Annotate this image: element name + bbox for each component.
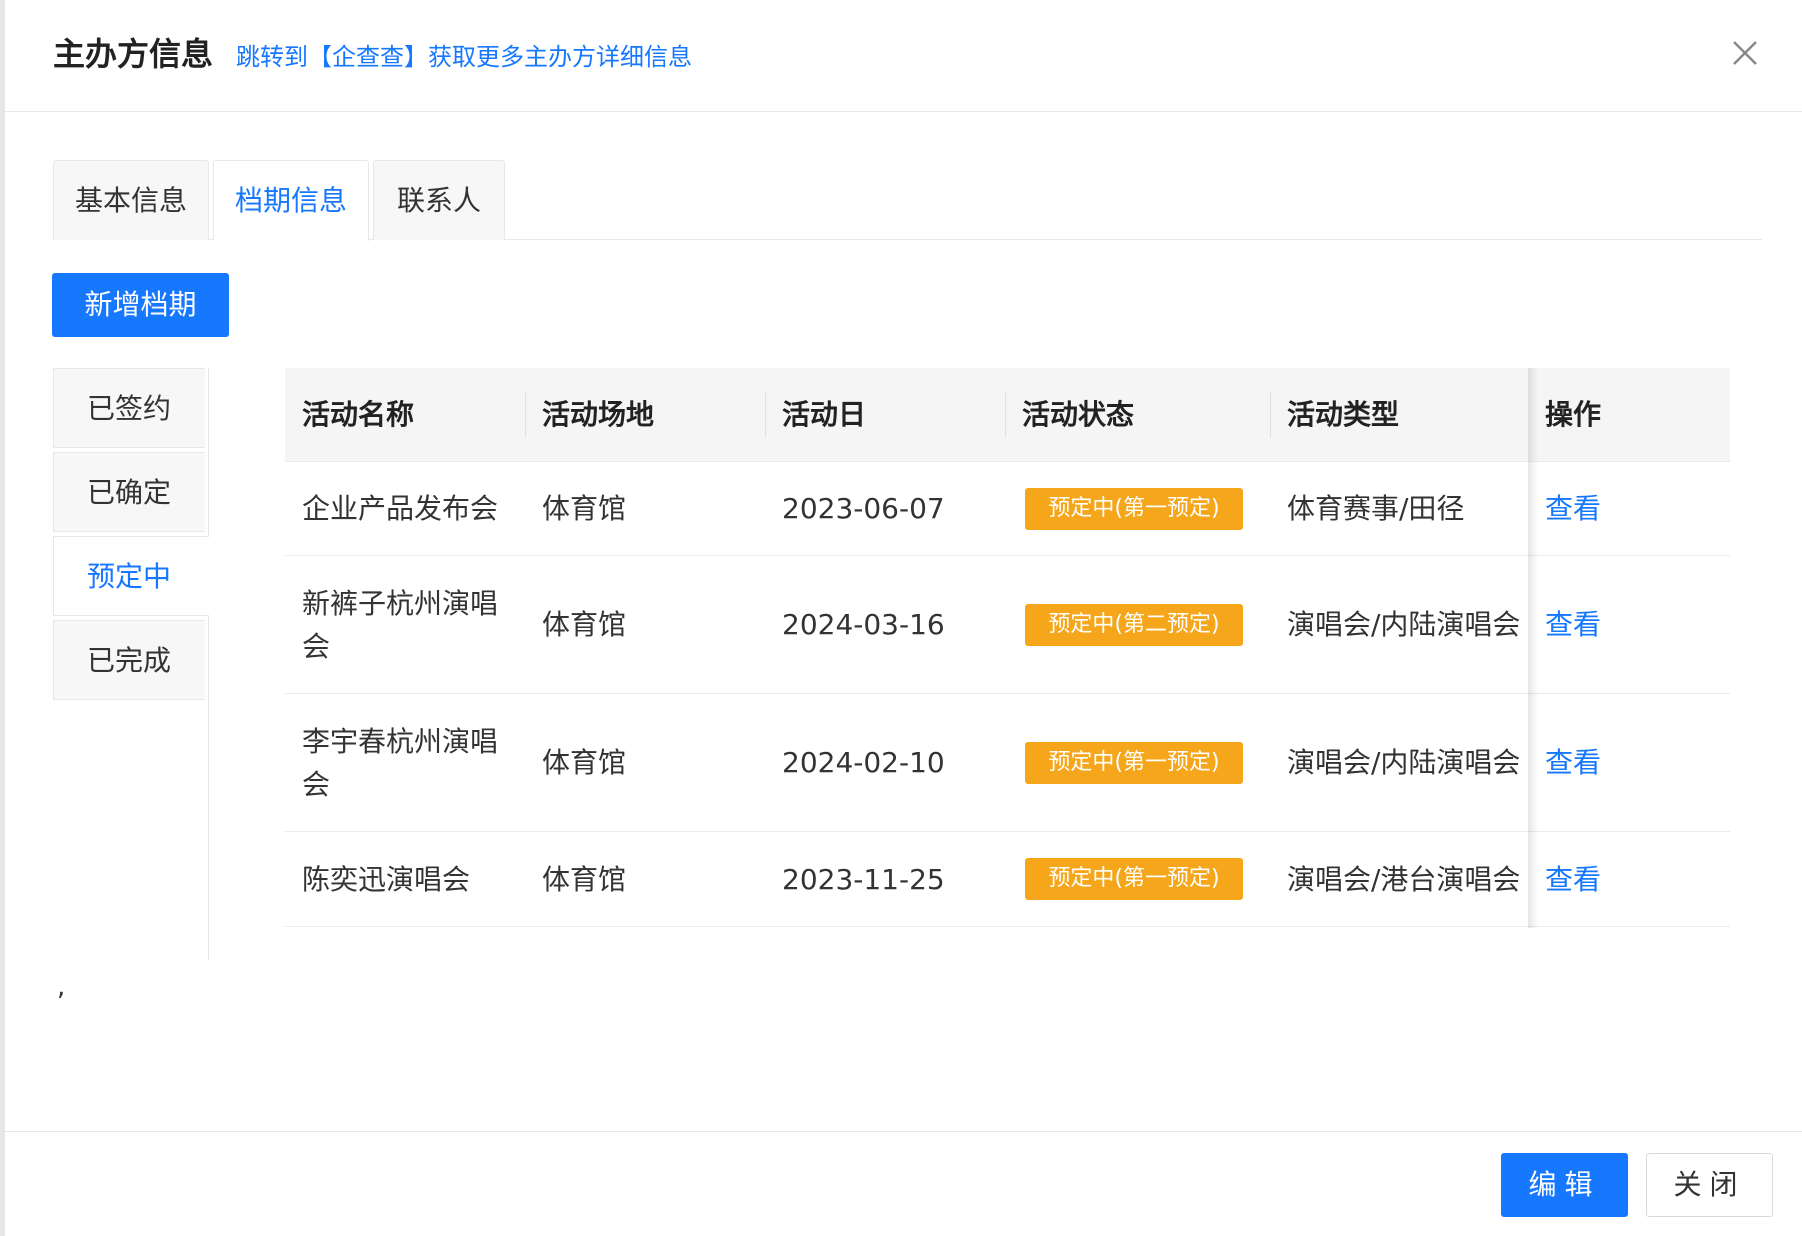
cell-date: 2024-03-16 (782, 608, 945, 641)
column-header-status: 活动状态 (1022, 398, 1135, 431)
view-link[interactable]: 查看 (1545, 741, 1601, 784)
column-header-type: 活动类型 (1287, 398, 1400, 431)
tab-schedule-info[interactable]: 档期信息 (213, 160, 369, 241)
add-schedule-button[interactable]: 新增档期 (52, 273, 229, 337)
cell-type: 体育赛事/田径 (1287, 492, 1465, 525)
stray-comma: , (57, 972, 66, 1002)
status-badge: 预定中(第二预定) (1025, 603, 1243, 646)
close-button[interactable]: 关闭 (1646, 1153, 1773, 1217)
cell-date: 2023-06-07 (782, 492, 945, 525)
status-tab-signed[interactable]: 已签约 (53, 368, 205, 448)
cell-status: 预定中(第一预定) (1025, 832, 1243, 926)
cell-status: 预定中(第二预定) (1025, 556, 1243, 693)
status-badge: 预定中(第一预定) (1025, 858, 1243, 900)
dialog-header: 主办方信息 跳转到【企查查】获取更多主办方详细信息 (5, 0, 1802, 112)
column-divider (1270, 392, 1271, 438)
dialog-title: 主办方信息 (53, 35, 214, 73)
edit-button[interactable]: 编辑 (1501, 1153, 1628, 1217)
column-divider (765, 392, 766, 438)
cell-date: 2024-02-10 (782, 746, 945, 779)
status-badge: 预定中(第一预定) (1025, 487, 1243, 530)
status-tab-completed[interactable]: 已完成 (53, 620, 205, 700)
tab-contacts[interactable]: 联系人 (373, 160, 505, 240)
view-link[interactable]: 查看 (1545, 603, 1601, 646)
cell-status: 预定中(第一预定) (1025, 694, 1243, 831)
cell-name: 陈奕迅演唱会 (302, 862, 471, 896)
cell-status: 预定中(第一预定) (1025, 462, 1243, 555)
main-tabs: 基本信息 档期信息 联系人 (53, 160, 1762, 241)
column-header-venue: 活动场地 (542, 398, 655, 431)
view-link[interactable]: 查看 (1545, 858, 1601, 901)
table-row: 李宇春杭州演唱会 体育馆 2024-02-10 预定中(第一预定) 演唱会/内陆… (285, 694, 1730, 832)
column-header-date: 活动日 (782, 398, 867, 431)
table-header: 活动名称 活动场地 活动日 活动状态 活动类型 操作 (285, 368, 1730, 462)
view-link[interactable]: 查看 (1545, 487, 1601, 530)
cell-type: 演唱会/内陆演唱会 (1287, 608, 1521, 641)
cell-name: 企业产品发布会 (302, 492, 499, 525)
schedule-table: 活动名称 活动场地 活动日 活动状态 活动类型 操作 企业产品发布会 体育馆 2… (285, 368, 1730, 928)
status-tabs: 已签约 已确定 预定中 已完成 (53, 368, 209, 960)
qichacha-link[interactable]: 跳转到【企查查】获取更多主办方详细信息 (236, 41, 692, 73)
cell-name: 新裤子杭州演唱会 (302, 586, 499, 663)
tab-basic-info[interactable]: 基本信息 (53, 160, 209, 240)
dialog-footer: 编辑 关闭 (5, 1131, 1802, 1236)
status-tab-confirmed[interactable]: 已确定 (53, 452, 205, 532)
column-header-name: 活动名称 (302, 398, 415, 431)
table-row: 陈奕迅演唱会 体育馆 2023-11-25 预定中(第一预定) 演唱会/港台演唱… (285, 832, 1730, 927)
table-row: 企业产品发布会 体育馆 2023-06-07 预定中(第一预定) 体育赛事/田径… (285, 462, 1730, 556)
cell-venue: 体育馆 (542, 862, 627, 896)
cell-venue: 体育馆 (542, 492, 627, 525)
status-badge: 预定中(第一预定) (1025, 741, 1243, 784)
cell-type: 演唱会/内陆演唱会 (1287, 746, 1521, 779)
table-row: 新裤子杭州演唱会 体育馆 2024-03-16 预定中(第二预定) 演唱会/内陆… (285, 556, 1730, 694)
cell-type: 演唱会/港台演唱会 (1287, 862, 1521, 896)
organizer-info-dialog: 主办方信息 跳转到【企查查】获取更多主办方详细信息 基本信息 档期信息 联系人 … (5, 0, 1802, 1236)
status-tab-reserving[interactable]: 预定中 (53, 536, 209, 616)
cell-venue: 体育馆 (542, 746, 627, 779)
close-icon[interactable] (1728, 36, 1762, 70)
cell-name: 李宇春杭州演唱会 (302, 724, 499, 801)
column-divider (525, 392, 526, 438)
column-header-action: 操作 (1545, 398, 1602, 431)
cell-venue: 体育馆 (542, 608, 627, 641)
column-divider (1005, 392, 1006, 438)
cell-date: 2023-11-25 (782, 862, 945, 896)
